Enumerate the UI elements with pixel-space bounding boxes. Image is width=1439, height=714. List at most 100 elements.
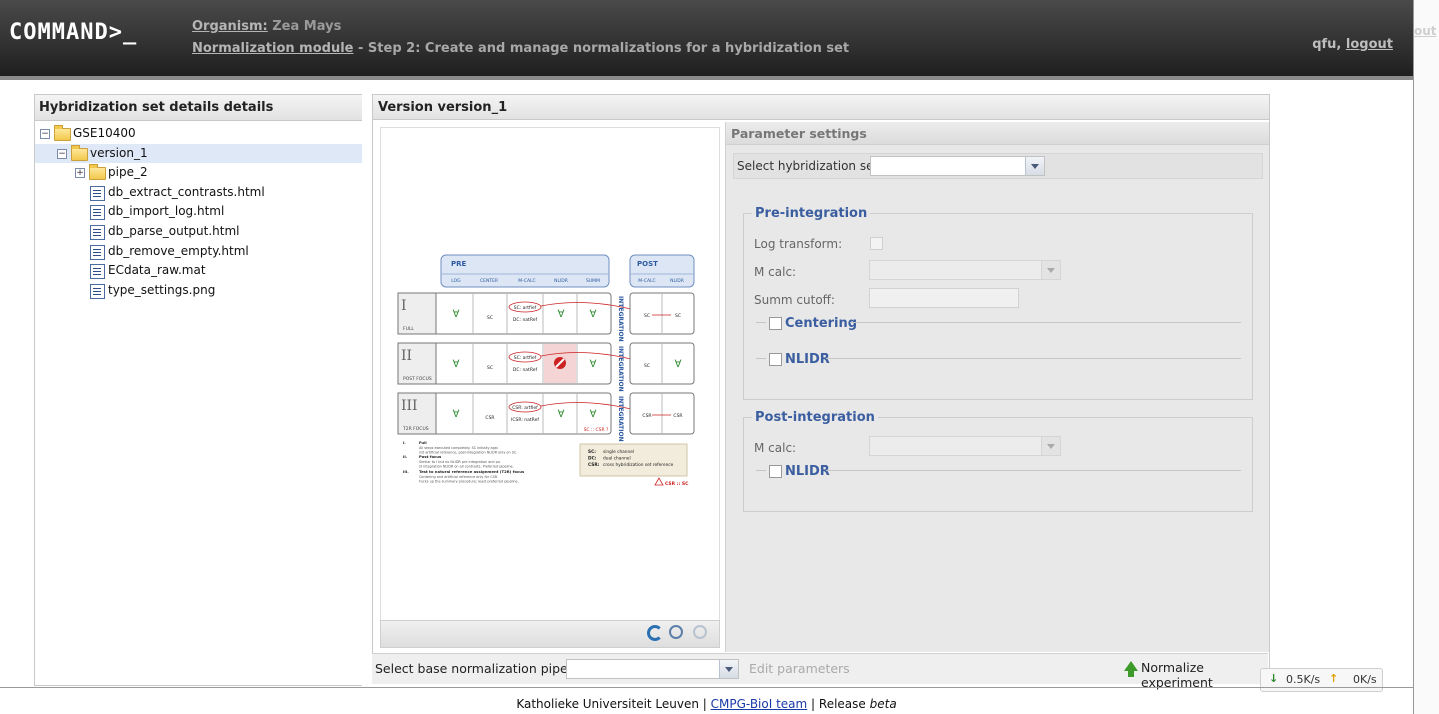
log-transform-checkbox[interactable] <box>870 237 883 250</box>
centering-checkbox[interactable] <box>769 317 782 330</box>
check-mark: ∀ <box>590 309 597 320</box>
tree-file[interactable]: ECdata_raw.mat <box>35 261 362 281</box>
center-cell-label: SC <box>487 315 493 321</box>
tree-file[interactable]: db_remove_empty.html <box>35 242 362 262</box>
upload-arrow-icon: ↑ <box>1329 672 1339 685</box>
check-mark: ∀ <box>453 359 460 370</box>
tree-folder-version_1[interactable]: − version_1 <box>35 143 362 164</box>
pre-m-calc-select[interactable] <box>869 260 1061 280</box>
summ-cutoff-label: Summ cutoff: <box>754 293 835 307</box>
centering-line-right <box>850 322 1241 323</box>
collapse-icon[interactable]: − <box>57 148 67 159</box>
chevron-down-icon[interactable] <box>1041 261 1060 279</box>
tree-item-label[interactable]: db_parse_output.html <box>108 222 240 242</box>
post-m-calc-select[interactable] <box>869 436 1061 456</box>
pre-nlidr-checkbox[interactable] <box>769 353 782 366</box>
image-preview: PRE LOG CENTER M-CALC NLIDR SUMM POST M-CALC NLI… <box>380 127 720 621</box>
tree-file[interactable]: db_extract_contrasts.html <box>35 183 362 203</box>
base-pipeline-select[interactable] <box>566 659 739 679</box>
file-tree: − GSE10400− version_1 + pipe_2 db_extract_con… <box>35 121 362 300</box>
username: qfu, <box>1312 37 1342 52</box>
integration-label: INTEGRATION <box>617 296 624 342</box>
hybridization-set-select[interactable] <box>870 156 1045 176</box>
check-mark: ∀ <box>675 359 682 370</box>
note-heading: Post focus <box>419 454 442 459</box>
document-icon <box>90 185 105 201</box>
select-pipeline-label: Select base normalization pipeline: <box>375 661 595 676</box>
tree-file[interactable]: db_import_log.html <box>35 202 362 222</box>
post-header-label: POST <box>637 260 658 268</box>
post-column-label: M-CALC <box>638 278 655 284</box>
pipeline-row-name: T2R FOCUS <box>402 426 429 432</box>
pipeline-row-roman: II <box>401 348 412 364</box>
post-column-label: NLIDR <box>670 278 684 284</box>
normalize-experiment-button[interactable]: Normalize experiment <box>1141 660 1268 690</box>
post-nlidr-legend: NLIDR <box>785 464 830 479</box>
document-icon <box>90 283 105 299</box>
tree-item-label[interactable]: ECdata_raw.mat <box>108 261 206 281</box>
legend-key: DC: <box>588 456 597 462</box>
pipeline-row-roman: I <box>401 298 407 314</box>
release-text: Release <box>818 697 866 711</box>
tree-file[interactable]: db_parse_output.html <box>35 222 362 242</box>
legend-value: cross hybridization set reference <box>603 462 674 468</box>
zoom-in-icon[interactable] <box>669 625 683 639</box>
chevron-down-icon[interactable] <box>1041 437 1060 455</box>
tree-folder-pipe_2[interactable]: + pipe_2 <box>35 163 362 183</box>
centering-line-left <box>756 322 766 323</box>
post-m-calc-label: M calc: <box>754 441 797 455</box>
legend-key: SC: <box>588 449 596 455</box>
check-mark: ∀ <box>453 409 460 420</box>
team-link[interactable]: CMPG-BioI team <box>711 697 808 711</box>
pipeline-row-name: POST FOCUS <box>403 376 432 382</box>
check-mark: ∀ <box>558 309 565 320</box>
document-icon <box>90 264 105 280</box>
folder-icon <box>54 125 71 141</box>
select-hybridization-label: Select hybridization set: <box>737 159 883 173</box>
edit-parameters-button[interactable]: Edit parameters <box>749 661 850 676</box>
note-number: III. <box>403 469 409 474</box>
folder-icon <box>89 164 106 181</box>
expand-icon[interactable]: + <box>75 168 85 179</box>
zoom-out-icon[interactable] <box>693 625 707 639</box>
warning-icon <box>654 477 664 486</box>
tree-item-label[interactable]: GSE10400 <box>73 124 136 144</box>
chevron-down-icon[interactable] <box>719 660 738 678</box>
rotate-icon[interactable] <box>647 625 663 641</box>
center-cell-label: SC <box>487 365 493 371</box>
note-text: Centering and artificial reference only … <box>419 475 498 479</box>
legend-key: CSR: <box>588 462 600 468</box>
tree-file[interactable]: type_settings.png <box>35 281 362 301</box>
tree-item-label[interactable]: db_extract_contrasts.html <box>108 183 265 203</box>
tree-item-label[interactable]: pipe_2 <box>108 163 148 183</box>
collapse-icon[interactable]: − <box>40 129 50 139</box>
tree-item-label[interactable]: version_1 <box>90 144 148 164</box>
panel-title: Hybridization set details details <box>35 95 362 121</box>
warning-text: CSR :: SC <box>665 481 689 487</box>
tree-item-label[interactable]: db_import_log.html <box>108 202 224 222</box>
tree-item-label[interactable]: type_settings.png <box>108 281 215 301</box>
adjacent-window-edge: out <box>1413 0 1439 714</box>
pre-column-label: NLIDR <box>554 278 568 284</box>
tree-item-label[interactable]: db_remove_empty.html <box>108 242 249 262</box>
version-title: Version version_1 <box>373 95 1269 120</box>
organism-link[interactable]: Organism: <box>192 19 268 34</box>
tree-folder-gse10400[interactable]: − GSE10400 <box>35 124 362 144</box>
download-speed: 0.5K/s <box>1286 673 1321 686</box>
upload-speed: 0K/s <box>1353 673 1377 686</box>
normalization-module-link[interactable]: Normalization module <box>192 41 353 56</box>
logout-link[interactable]: logout <box>1346 37 1393 52</box>
centering-legend: Centering <box>785 316 858 331</box>
natref-label: ICSR: natRef <box>511 417 539 423</box>
note-number: I. <box>403 440 406 445</box>
post-cell-label: SC <box>644 363 650 369</box>
document-icon <box>90 244 105 260</box>
nlidr-line-right <box>826 358 1241 359</box>
step-description: - Step 2: Create and manage normalizatio… <box>353 41 850 56</box>
normalize-arrow-icon[interactable] <box>1124 661 1138 677</box>
chevron-down-icon[interactable] <box>1025 157 1044 175</box>
summ-cutoff-input[interactable] <box>869 288 1019 308</box>
post-nlidr-checkbox[interactable] <box>769 465 782 478</box>
network-speed-widget: ↓ 0.5K/s ↑ 0K/s <box>1260 668 1383 692</box>
organism-line: Organism: Zea Mays <box>192 19 341 34</box>
